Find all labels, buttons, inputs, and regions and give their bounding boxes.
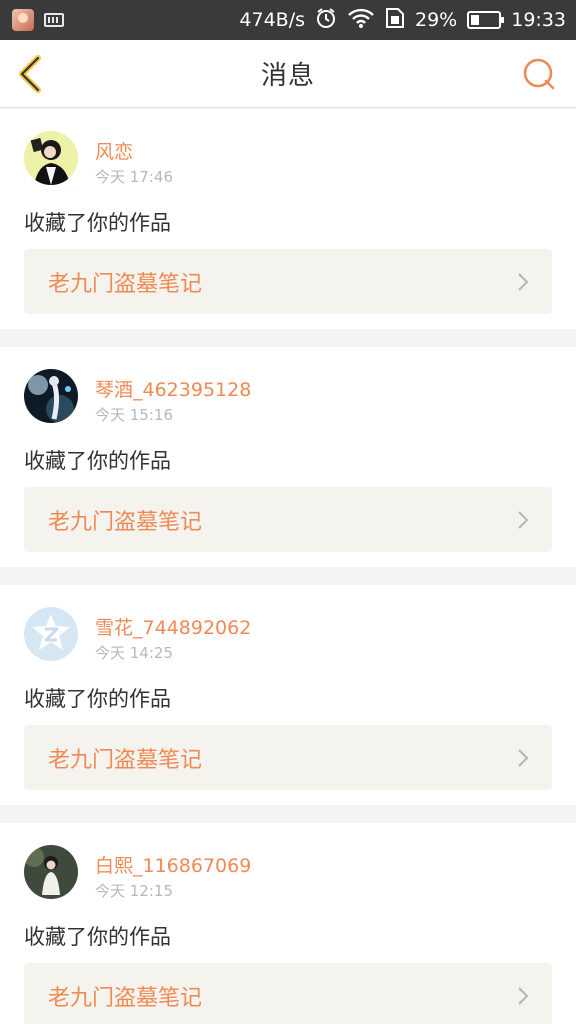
keyboard-icon — [44, 13, 64, 27]
timestamp: 今天 17:46 — [95, 168, 173, 186]
work-link[interactable]: 老九门盗墓笔记 — [24, 249, 552, 314]
work-title: 老九门盗墓笔记 — [48, 509, 203, 535]
battery-percent: 29% — [415, 9, 458, 31]
avatar[interactable] — [24, 607, 78, 661]
battery-icon — [467, 11, 505, 29]
work-link[interactable]: 老九门盗墓笔记 — [24, 725, 552, 790]
search-icon — [523, 58, 555, 90]
sim-icon — [385, 7, 405, 34]
work-link[interactable]: 老九门盗墓笔记 — [24, 963, 552, 1024]
avatar[interactable] — [24, 845, 78, 899]
action-text: 收藏了你的作品 — [24, 449, 171, 473]
alarm-icon — [315, 7, 337, 34]
action-text: 收藏了你的作品 — [24, 687, 171, 711]
message-card: 风恋 今天 17:46 收藏了你的作品 老九门盗墓笔记 — [0, 109, 576, 329]
message-card: 雪花_744892062 今天 14:25 收藏了你的作品 老九门盗墓笔记 — [0, 585, 576, 805]
username[interactable]: 雪花_744892062 — [95, 613, 251, 640]
network-speed: 474B/s — [239, 9, 305, 31]
chevron-right-icon — [518, 986, 529, 1005]
timestamp: 今天 15:16 — [95, 406, 173, 424]
back-button[interactable] — [14, 54, 50, 94]
avatar[interactable] — [24, 131, 78, 185]
work-title: 老九门盗墓笔记 — [48, 271, 203, 297]
app-notification-icon — [12, 9, 34, 31]
nav-bar: 消息 — [0, 40, 576, 108]
timestamp: 今天 12:15 — [95, 882, 173, 900]
username[interactable]: 白熙_116867069 — [95, 851, 251, 878]
action-text: 收藏了你的作品 — [24, 211, 171, 235]
username[interactable]: 风恋 — [95, 137, 133, 164]
message-card: 白熙_116867069 今天 12:15 收藏了你的作品 老九门盗墓笔记 — [0, 823, 576, 1024]
chevron-right-icon — [518, 748, 529, 767]
work-title: 老九门盗墓笔记 — [48, 747, 203, 773]
status-right: 474B/s 29% 19:33 — [239, 7, 566, 34]
clock: 19:33 — [511, 9, 566, 31]
default-avatar-icon — [24, 607, 78, 661]
status-left — [12, 9, 64, 31]
work-link[interactable]: 老九门盗墓笔记 — [24, 487, 552, 552]
status-bar: 474B/s 29% 19:33 — [0, 0, 576, 40]
avatar[interactable] — [24, 369, 78, 423]
timestamp: 今天 14:25 — [95, 644, 173, 662]
chevron-left-icon — [19, 55, 41, 93]
message-card: 琴酒_462395128 今天 15:16 收藏了你的作品 老九门盗墓笔记 — [0, 347, 576, 567]
username[interactable]: 琴酒_462395128 — [95, 375, 251, 402]
message-list: 风恋 今天 17:46 收藏了你的作品 老九门盗墓笔记 琴酒_462395128… — [0, 109, 576, 1024]
search-button[interactable] — [522, 57, 556, 91]
action-text: 收藏了你的作品 — [24, 925, 171, 949]
page-title: 消息 — [260, 61, 315, 91]
work-title: 老九门盗墓笔记 — [48, 985, 203, 1011]
chevron-right-icon — [518, 510, 529, 529]
battery-level — [471, 15, 479, 25]
wifi-icon — [347, 7, 375, 34]
chevron-right-icon — [518, 272, 529, 291]
